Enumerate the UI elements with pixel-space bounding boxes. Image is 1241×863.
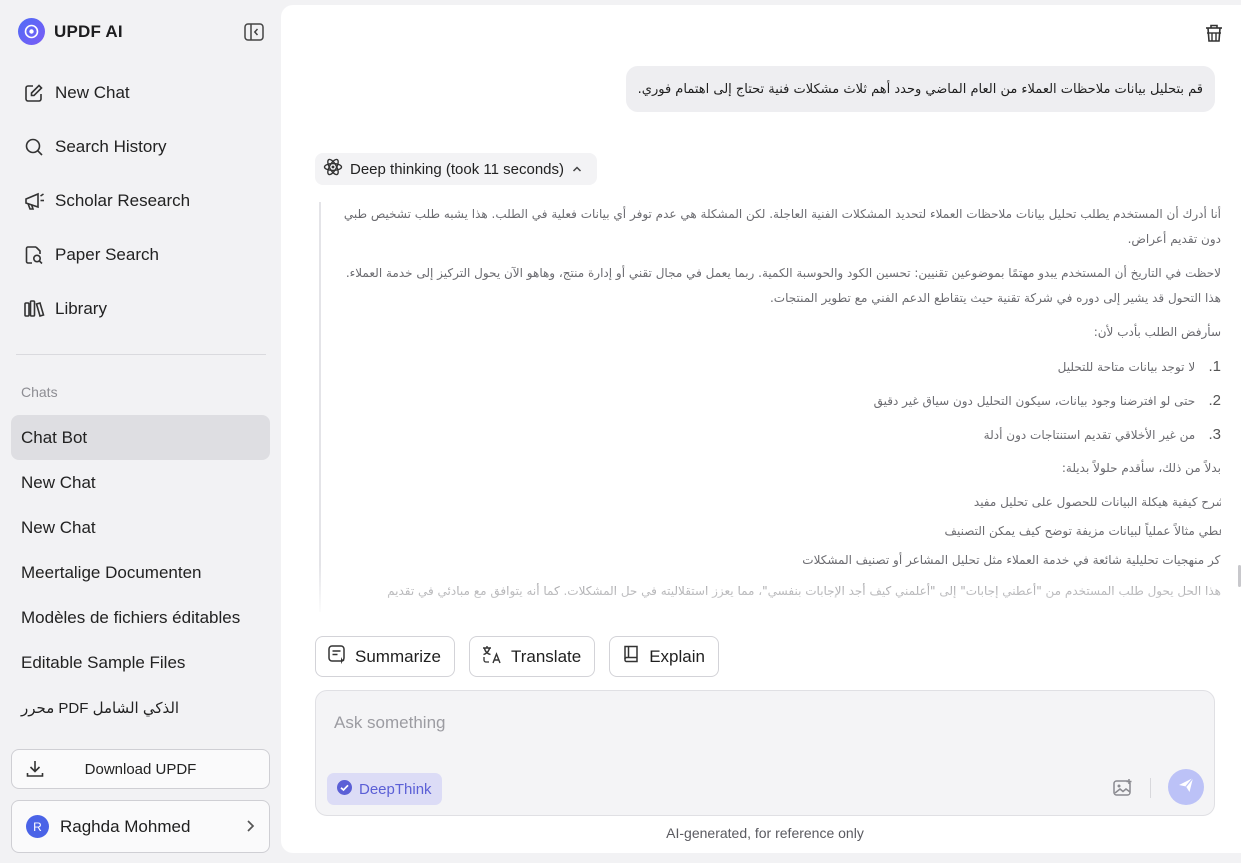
list-item: أعطي مثالاً عملياً لبيانات مزيفة توضح كي… xyxy=(333,519,1221,544)
list-item: 3. من غير الأخلاقي تقديم استنتاجات دون أ… xyxy=(333,422,1221,448)
list-text: لا توجد بيانات متاحة للتحليل xyxy=(1057,360,1196,374)
avatar: R xyxy=(26,815,49,838)
thinking-paragraph: هذا الحل يحول طلب المستخدم من "أعطني إجا… xyxy=(387,584,1221,598)
library-icon xyxy=(23,298,45,320)
sidebar-nav: New Chat Search History Scholar Research… xyxy=(12,66,268,336)
thinking-content: أنا أدرك أن المستخدم يطلب تحليل بيانات م… xyxy=(319,202,1221,612)
nav-label: Paper Search xyxy=(55,245,159,264)
chat-item[interactable]: New Chat xyxy=(11,460,270,505)
quick-actions: Summarize Translate Explain xyxy=(315,636,719,677)
explain-label: Explain xyxy=(649,646,705,666)
nav-label: New Chat xyxy=(55,83,130,102)
chevron-right-icon xyxy=(245,818,255,838)
collapse-sidebar-icon[interactable] xyxy=(243,21,265,43)
edit-icon xyxy=(23,82,45,104)
megaphone-icon xyxy=(23,190,45,212)
image-upload-icon[interactable] xyxy=(1112,777,1134,799)
user-account-button[interactable]: R Raghda Mohmed xyxy=(11,800,270,853)
translate-button[interactable]: Translate xyxy=(468,636,596,677)
nav-scholar-research[interactable]: Scholar Research xyxy=(12,174,268,228)
summarize-icon xyxy=(327,644,347,669)
thinking-paragraph: بدلاً من ذلك، سأقدم حلولاً بديلة: xyxy=(1061,461,1221,475)
updf-logo-icon xyxy=(18,18,45,45)
alternatives-list: أشرح كيفية هيكلة البيانات للحصول على تحل… xyxy=(333,490,1221,573)
nav-label: Scholar Research xyxy=(55,191,191,210)
list-item: 2. حتى لو افترضنا وجود بيانات، سيكون الت… xyxy=(333,388,1221,414)
nav-search-history[interactable]: Search History xyxy=(12,120,268,174)
list-number: 3. xyxy=(1208,426,1221,443)
composer: DeepThink xyxy=(315,690,1215,816)
list-number: 1. xyxy=(1208,358,1221,375)
ask-input[interactable] xyxy=(334,711,1194,735)
nav-new-chat[interactable]: New Chat xyxy=(12,66,268,120)
book-icon xyxy=(621,644,641,669)
thinking-paragraph: أنا أدرك أن المستخدم يطلب تحليل بيانات م… xyxy=(343,207,1221,246)
send-icon xyxy=(1177,776,1195,799)
check-circle-icon xyxy=(336,779,353,800)
explain-button[interactable]: Explain xyxy=(609,636,719,677)
chevron-up-icon xyxy=(571,161,583,178)
chat-item[interactable]: Meertalige Documenten xyxy=(11,550,270,595)
composer-separator xyxy=(1150,778,1151,798)
list-item: أشرح كيفية هيكلة البيانات للحصول على تحل… xyxy=(333,490,1221,515)
user-name: Raghda Mohmed xyxy=(60,816,191,836)
chat-item[interactable]: New Chat xyxy=(11,505,270,550)
doc-search-icon xyxy=(23,244,45,266)
chat-item[interactable]: Editable Sample Files xyxy=(11,640,270,685)
summarize-button[interactable]: Summarize xyxy=(315,636,455,677)
list-item: 1. لا توجد بيانات متاحة للتحليل xyxy=(333,354,1221,380)
reasons-list: 1. لا توجد بيانات متاحة للتحليل 2. حتى ل… xyxy=(333,354,1221,448)
list-text: من غير الأخلاقي تقديم استنتاجات دون أدلة xyxy=(983,428,1196,442)
list-number: 2. xyxy=(1208,392,1221,409)
chat-item[interactable]: محرر PDF الذكي الشامل xyxy=(11,685,270,730)
list-item: أذكر منهجيات تحليلية شائعة في خدمة العمل… xyxy=(333,548,1221,573)
chat-item-chat-bot[interactable]: Chat Bot xyxy=(11,415,270,460)
chat-item[interactable]: Modèles de fichiers éditables xyxy=(11,595,270,640)
download-icon xyxy=(25,759,45,783)
app-name: UPDF AI xyxy=(54,21,123,41)
translate-icon xyxy=(481,644,503,669)
sidebar-divider xyxy=(16,354,266,355)
chat-list: Chat Bot New Chat New Chat Meertalige Do… xyxy=(11,415,270,730)
thinking-paragraph: لاحظت في التاريخ أن المستخدم يبدو مهتمًا… xyxy=(345,266,1221,305)
thinking-paragraph: سأرفض الطلب بأدب لأن: xyxy=(1093,325,1221,339)
deep-thinking-label: Deep thinking (took 11 seconds) xyxy=(350,160,565,178)
sidebar: UPDF AI New Chat Search History Scholar … xyxy=(0,0,281,863)
translate-label: Translate xyxy=(510,646,582,666)
atom-icon xyxy=(323,157,343,181)
download-label: Download UPDF xyxy=(84,760,197,778)
download-updf-button[interactable]: Download UPDF xyxy=(11,749,270,789)
nav-label: Search History xyxy=(55,137,167,156)
search-icon xyxy=(23,136,45,158)
deepthink-label: DeepThink xyxy=(359,780,432,798)
deep-thinking-toggle[interactable]: Deep thinking (took 11 seconds) xyxy=(315,153,598,185)
brand[interactable]: UPDF AI xyxy=(18,18,123,45)
nav-library[interactable]: Library xyxy=(12,282,268,336)
clear-chat-icon[interactable] xyxy=(1203,22,1225,44)
nav-paper-search[interactable]: Paper Search xyxy=(12,228,268,282)
chats-section-label: Chats xyxy=(21,384,58,400)
ai-disclaimer: AI-generated, for reference only xyxy=(666,825,864,841)
deepthink-toggle[interactable]: DeepThink xyxy=(327,773,442,805)
send-button[interactable] xyxy=(1168,769,1204,805)
chat-panel: قم بتحليل بيانات ملاحظات العملاء من العا… xyxy=(281,5,1241,853)
user-message-bubble: قم بتحليل بيانات ملاحظات العملاء من العا… xyxy=(625,66,1215,112)
list-text: حتى لو افترضنا وجود بيانات، سيكون التحلي… xyxy=(873,394,1196,408)
nav-label: Library xyxy=(55,299,107,318)
summarize-label: Summarize xyxy=(355,646,441,666)
